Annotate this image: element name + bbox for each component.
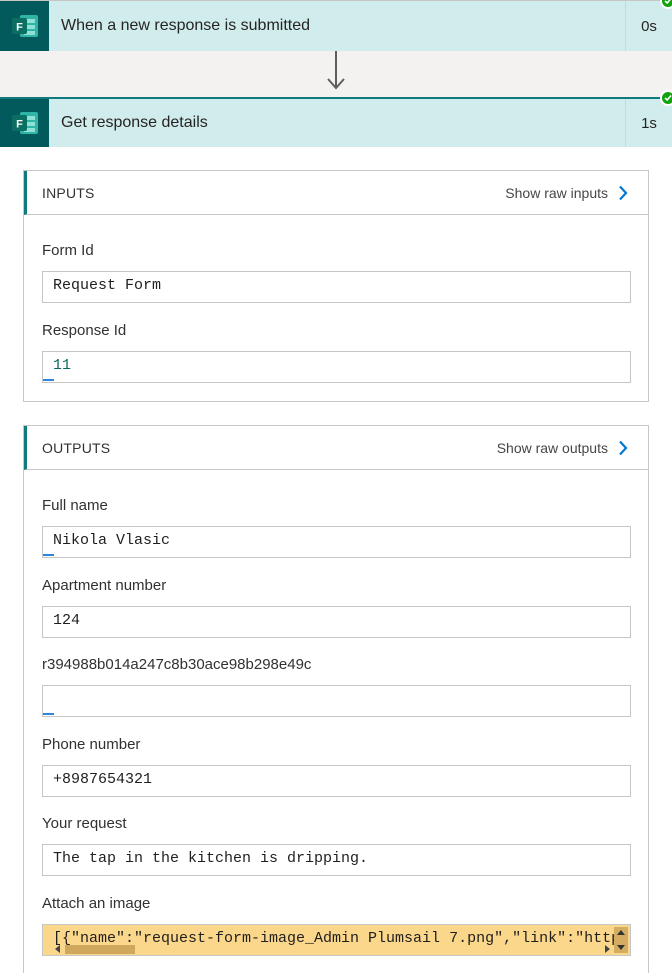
question-id-field: r394988b014a247c8b30ace98b298e49c [42, 656, 631, 717]
text-caret [43, 554, 54, 556]
text-caret [43, 379, 54, 381]
chevron-right-icon [619, 185, 628, 200]
scroll-right-icon[interactable] [605, 945, 610, 953]
scrollbar-thumb[interactable] [65, 945, 135, 954]
step-title: Get response details [49, 99, 625, 147]
raw-link-label: Show raw outputs [496, 439, 608, 456]
field-label: Apartment number [42, 577, 167, 594]
field-label: Phone number [42, 736, 141, 753]
step-title: When a new response is submitted [49, 1, 625, 51]
outputs-panel-header: OUTPUTS Show raw outputs [24, 426, 648, 470]
step-duration: 1s [625, 99, 672, 147]
form-id-field: Form Id Request Form [42, 242, 631, 303]
scroll-up-icon[interactable] [617, 930, 625, 935]
response-id-value[interactable]: 11 [42, 351, 631, 383]
forms-icon: F [0, 1, 49, 51]
svg-text:F: F [16, 22, 23, 34]
inputs-panel: INPUTS Show raw inputs Form Id Request F… [23, 170, 649, 402]
panel-title: OUTPUTS [42, 439, 111, 456]
panel-title: INPUTS [42, 184, 95, 201]
response-id-text: 11 [53, 357, 72, 374]
step-details-body: INPUTS Show raw inputs Form Id Request F… [0, 147, 672, 973]
full-name-value[interactable]: Nikola Vlasic [42, 526, 631, 558]
full-name-field: Full name Nikola Vlasic [42, 497, 631, 558]
form-id-value[interactable]: Request Form [42, 271, 631, 303]
field-label: Form Id [42, 242, 94, 259]
response-id-field: Response Id 11 [42, 322, 631, 383]
show-raw-outputs-link[interactable]: Show raw outputs [497, 440, 628, 456]
scroll-left-icon[interactable] [55, 945, 60, 953]
success-check-icon [660, 90, 672, 106]
raw-link-label: Show raw inputs [505, 184, 608, 201]
show-raw-inputs-link[interactable]: Show raw inputs [505, 185, 628, 201]
your-request-value[interactable]: The tap in the kitchen is dripping. [42, 844, 631, 876]
phone-number-field: Phone number +8987654321 [42, 736, 631, 797]
text-caret [43, 713, 54, 715]
vertical-scrollbar[interactable] [614, 927, 628, 953]
field-label: Full name [42, 497, 108, 514]
question-id-value[interactable] [42, 685, 631, 717]
horizontal-scrollbar[interactable] [53, 943, 630, 955]
attach-image-json-value[interactable]: [{"name":"request-form-image_Admin Plums… [42, 924, 631, 956]
chevron-right-icon [619, 440, 628, 455]
trigger-step-header[interactable]: F When a new response is submitted 0s [0, 0, 672, 51]
attach-image-field: Attach an image [{"name":"request-form-i… [42, 895, 631, 956]
field-label: r394988b014a247c8b30ace98b298e49c [42, 656, 312, 673]
outputs-panel: OUTPUTS Show raw outputs Full name Nikol… [23, 425, 649, 973]
inputs-panel-header: INPUTS Show raw inputs [24, 171, 648, 215]
apartment-number-field: Apartment number 124 [42, 577, 631, 638]
field-label: Response Id [42, 322, 127, 339]
action-step-header[interactable]: F Get response details 1s [0, 97, 672, 147]
apartment-number-value[interactable]: 124 [42, 606, 631, 638]
your-request-field: Your request The tap in the kitchen is d… [42, 815, 631, 876]
scroll-down-icon[interactable] [617, 945, 625, 950]
arrow-down-icon [327, 78, 345, 90]
full-name-text: Nikola Vlasic [53, 532, 171, 549]
field-label: Your request [42, 815, 127, 832]
field-label: Attach an image [42, 895, 151, 912]
phone-number-value[interactable]: +8987654321 [42, 765, 631, 797]
svg-text:F: F [16, 119, 23, 131]
forms-icon: F [0, 99, 49, 147]
